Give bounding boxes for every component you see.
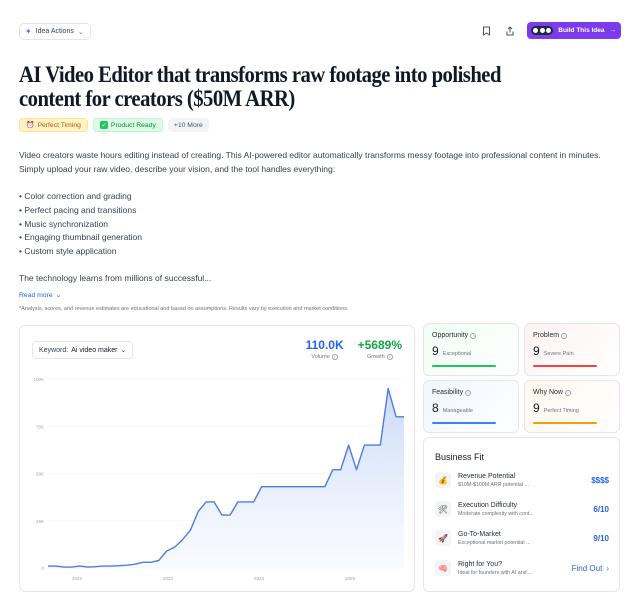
bookmark-icon[interactable] bbox=[479, 24, 493, 38]
arrow-right-icon: → bbox=[609, 27, 617, 34]
y-tick-label: 75K bbox=[36, 424, 44, 429]
fit-row-execution[interactable]: 🛠 Execution Difficulty Moderate complexi… bbox=[435, 499, 609, 519]
chevron-down-icon: ⌄ bbox=[77, 28, 84, 36]
x-tick-label: 2022 bbox=[72, 576, 83, 581]
feature-list: • Color correction and grading • Perfect… bbox=[19, 190, 142, 259]
top-bar: ✦ Idea Actions ⌄ Build This Idea → bbox=[19, 22, 621, 42]
volume-stat: 110.0K Volume i bbox=[305, 338, 344, 360]
growth-stat: +5689% Growth i bbox=[357, 338, 402, 360]
metric-problem[interactable]: Problem i 9 Severe Pain bbox=[524, 323, 620, 376]
keyword-select[interactable]: Keyword: Ai video maker ⌄ bbox=[32, 341, 134, 359]
score-bar bbox=[533, 422, 597, 424]
fit-row-go-to-market[interactable]: 🚀 Go-To-Market Exceptional market potent… bbox=[435, 528, 609, 548]
alarm-clock-icon: ⏰ bbox=[26, 122, 35, 129]
score-bar bbox=[432, 365, 496, 367]
idea-actions-label: Idea Actions bbox=[35, 28, 74, 35]
chevron-right-icon: › bbox=[606, 563, 609, 573]
info-icon[interactable]: i bbox=[465, 389, 472, 396]
list-item: • Color correction and grading bbox=[19, 191, 132, 201]
y-tick-label: 25K bbox=[36, 519, 44, 524]
score-bar bbox=[533, 365, 597, 367]
tag-more[interactable]: +10 More bbox=[167, 118, 209, 132]
business-fit-title: Business Fit bbox=[435, 452, 485, 462]
chart-stats: 110.0K Volume i +5689% Growth i bbox=[306, 338, 402, 360]
check-icon: ✓ bbox=[99, 121, 108, 129]
chevron-down-icon: ⌄ bbox=[120, 347, 127, 354]
metric-opportunity[interactable]: Opportunity i 9 Exceptional bbox=[423, 323, 519, 376]
chevron-down-icon: ⌄ bbox=[55, 292, 62, 299]
page-title: AI Video Editor that transforms raw foot… bbox=[19, 62, 501, 112]
y-tick-label: 50K bbox=[36, 472, 44, 477]
x-tick-label: 2024 bbox=[254, 576, 265, 581]
trend-chart-card: Keyword: Ai video maker ⌄ 110.0K Volume i… bbox=[19, 325, 415, 592]
sparkle-icon: ✦ bbox=[25, 27, 32, 36]
builder-logos-icon bbox=[531, 26, 554, 35]
share-icon[interactable] bbox=[503, 24, 517, 38]
x-tick-label: 2025 bbox=[345, 576, 356, 581]
trend-chart: 100K 75K 50K 25K 0 2022 2023 2024 2025 bbox=[33, 377, 404, 581]
idea-actions-button[interactable]: ✦ Idea Actions ⌄ bbox=[19, 23, 91, 40]
brain-icon: 🧠 bbox=[435, 560, 451, 576]
y-tick-label: 100K bbox=[33, 377, 44, 382]
build-this-idea-button[interactable]: Build This Idea → bbox=[527, 22, 621, 39]
tools-icon: 🛠 bbox=[435, 501, 451, 517]
tag-list: ⏰ Perfect Timing ✓ Product Ready +10 Mor… bbox=[19, 118, 209, 132]
fit-row-right-for-you[interactable]: 🧠 Right for You? Ideal for founders with… bbox=[435, 558, 609, 578]
x-tick-label: 2023 bbox=[163, 576, 174, 581]
tag-perfect-timing[interactable]: ⏰ Perfect Timing bbox=[19, 118, 88, 132]
score-bar bbox=[432, 422, 496, 424]
list-item: • Music synchronization bbox=[19, 218, 108, 229]
info-icon[interactable]: i bbox=[561, 332, 568, 339]
y-tick-label: 0 bbox=[41, 566, 44, 571]
series-area bbox=[48, 388, 404, 568]
info-icon[interactable]: i bbox=[386, 354, 393, 360]
info-icon[interactable]: i bbox=[470, 332, 477, 339]
description-more: The technology learns from millions of s… bbox=[19, 273, 212, 283]
business-fit-card: Business Fit 💰 Revenue Potential $10M-$1… bbox=[423, 437, 620, 592]
info-icon[interactable]: i bbox=[564, 389, 571, 396]
disclaimer: *Analysis, scores, and revenue estimates… bbox=[19, 306, 349, 312]
metric-why-now[interactable]: Why Now i 9 Perfect Timing bbox=[524, 380, 620, 433]
fit-row-revenue[interactable]: 💰 Revenue Potential $10M-$100M ARR poten… bbox=[435, 470, 609, 490]
metric-feasibility[interactable]: Feasibility i 8 Manageable bbox=[423, 380, 519, 433]
growth-value: +5689% bbox=[357, 338, 402, 352]
money-bag-icon: 💰 bbox=[435, 472, 451, 488]
rocket-icon: 🚀 bbox=[435, 530, 451, 546]
tag-product-ready[interactable]: ✓ Product Ready bbox=[92, 118, 163, 132]
build-button-label: Build This Idea bbox=[558, 27, 605, 34]
read-more-link[interactable]: Read more ⌄ bbox=[19, 291, 62, 300]
description: Video creators waste hours editing inste… bbox=[19, 150, 601, 174]
find-out-link[interactable]: Find Out › bbox=[572, 564, 609, 573]
volume-value: 110.0K bbox=[305, 338, 344, 352]
list-item: • Engaging thumbnail generation bbox=[19, 232, 143, 243]
list-item: • Custom style application bbox=[19, 246, 117, 257]
info-icon[interactable]: i bbox=[331, 354, 338, 360]
list-item: • Perfect pacing and transitions bbox=[19, 204, 137, 215]
